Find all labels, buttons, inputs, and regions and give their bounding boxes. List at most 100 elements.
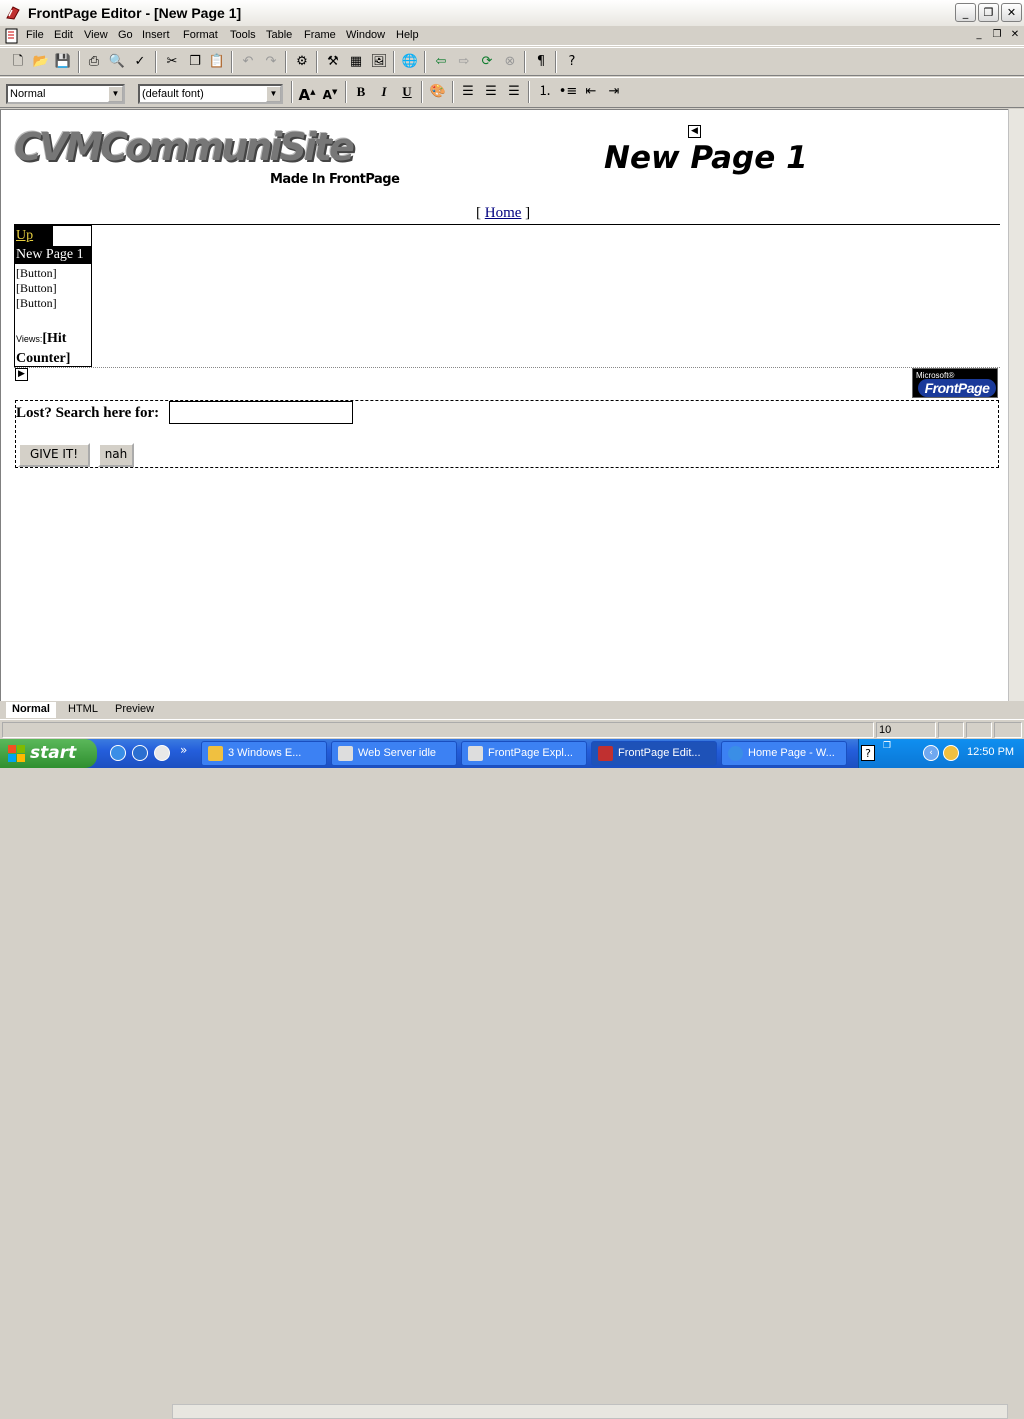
quick-launch-more-icon[interactable]: » bbox=[180, 743, 187, 757]
mdi-restore-button[interactable]: ❐ bbox=[990, 29, 1004, 42]
menu-window[interactable]: Window bbox=[346, 29, 385, 41]
document-icon[interactable] bbox=[4, 28, 20, 44]
increase-font-size-icon[interactable]: A▲ bbox=[297, 82, 317, 104]
menu-go[interactable]: Go bbox=[118, 29, 133, 41]
mdi-close-button[interactable]: ✕ bbox=[1008, 29, 1022, 42]
mdi-minimize-button[interactable]: _ bbox=[972, 29, 986, 42]
task-home-page[interactable]: Home Page - W... bbox=[721, 741, 847, 766]
home-link[interactable]: Home bbox=[485, 205, 522, 221]
show-paragraph-marks-icon[interactable]: ¶ bbox=[531, 52, 551, 72]
outlook-express-icon[interactable] bbox=[132, 745, 148, 761]
bold-button[interactable]: B bbox=[351, 82, 371, 102]
refresh-icon[interactable]: ⟳ bbox=[477, 52, 497, 72]
tab-normal[interactable]: Normal bbox=[6, 702, 56, 718]
hyperlink-icon[interactable]: 🌐 bbox=[400, 52, 420, 72]
nav-up-link[interactable]: Up bbox=[15, 226, 53, 246]
nav-button-1[interactable]: [Button] bbox=[16, 266, 57, 281]
insert-table-icon[interactable]: ▦ bbox=[346, 52, 366, 72]
numbered-list-icon[interactable]: ⒈ bbox=[535, 82, 555, 102]
open-folder-icon[interactable]: 📂 bbox=[31, 52, 51, 72]
internet-explorer-icon[interactable] bbox=[110, 745, 126, 761]
menu-help[interactable]: Help bbox=[396, 29, 419, 41]
toolbar-separator bbox=[424, 51, 426, 73]
menu-file[interactable]: File bbox=[26, 29, 44, 41]
notification-icon[interactable] bbox=[943, 745, 959, 761]
back-arrow-icon[interactable]: ◀ bbox=[688, 125, 701, 138]
increase-indent-icon[interactable]: ⇥ bbox=[604, 82, 624, 102]
reset-button[interactable]: nah bbox=[98, 443, 134, 467]
forward-icon[interactable]: ⇨ bbox=[454, 52, 474, 72]
nav-button-3[interactable]: [Button] bbox=[16, 296, 57, 311]
back-icon[interactable]: ⇦ bbox=[431, 52, 451, 72]
task-frontpage-explorer[interactable]: FrontPage Expl... bbox=[461, 741, 587, 766]
menu-frame[interactable]: Frame bbox=[304, 29, 336, 41]
style-select[interactable]: Normal ▼ bbox=[6, 84, 125, 104]
new-page-icon[interactable]: 🗋 bbox=[8, 52, 28, 72]
horizontal-scrollbar[interactable] bbox=[172, 1404, 1008, 1419]
task-label: Home Page - W... bbox=[748, 747, 835, 759]
align-right-icon[interactable]: ☰ bbox=[504, 82, 524, 102]
save-icon[interactable]: 💾 bbox=[53, 52, 73, 72]
copy-icon[interactable]: ❐ bbox=[185, 52, 205, 72]
text-color-icon[interactable]: 🎨 bbox=[428, 82, 448, 102]
undo-icon[interactable]: ↶ bbox=[238, 52, 258, 72]
toolbar-separator bbox=[524, 51, 526, 73]
insert-webbot-icon[interactable]: ⚒ bbox=[323, 52, 343, 72]
task-frontpage-editor[interactable]: FrontPage Edit... bbox=[591, 741, 717, 766]
task-label: Web Server idle bbox=[358, 747, 437, 759]
media-player-icon[interactable] bbox=[154, 745, 170, 761]
italic-button[interactable]: I bbox=[374, 82, 394, 102]
status-cell-cap bbox=[938, 722, 964, 738]
help-pointer-icon[interactable]: ? bbox=[562, 52, 582, 72]
standard-toolbar: 🗋 📂 💾 ⎙ 🔍 ✓ ✂ ❐ 📋 ↶ ↷ ⚙ ⚒ ▦ 🖼 🌐 ⇦ ⇨ ⟳ ⊗ … bbox=[0, 47, 1024, 76]
stop-icon[interactable]: ⊗ bbox=[500, 52, 520, 72]
restore-tray-icon[interactable]: ❐ bbox=[883, 741, 891, 751]
bulleted-list-icon[interactable]: •≡ bbox=[558, 82, 578, 102]
font-select[interactable]: (default font) ▼ bbox=[138, 84, 283, 104]
show-explorer-icon[interactable]: ⚙ bbox=[292, 52, 312, 72]
menu-insert[interactable]: Insert bbox=[142, 29, 170, 41]
tab-preview[interactable]: Preview bbox=[109, 702, 160, 718]
status-cell-ext bbox=[994, 722, 1022, 738]
align-center-icon[interactable]: ☰ bbox=[481, 82, 501, 102]
chevron-down-icon[interactable]: ▼ bbox=[108, 86, 123, 102]
title-bar[interactable]: FrontPage Editor - [New Page 1] _ ❐ ✕ bbox=[0, 0, 1024, 26]
redo-icon[interactable]: ↷ bbox=[261, 52, 281, 72]
close-button[interactable]: ✕ bbox=[1001, 3, 1022, 22]
minimize-button[interactable]: _ bbox=[955, 3, 976, 22]
toolbar-separator bbox=[421, 81, 423, 103]
nav-button-2[interactable]: [Button] bbox=[16, 281, 57, 296]
vertical-scrollbar[interactable] bbox=[1008, 109, 1024, 701]
maximize-button[interactable]: ❐ bbox=[978, 3, 999, 22]
print-preview-icon[interactable]: 🔍 bbox=[107, 52, 127, 72]
tab-html[interactable]: HTML bbox=[62, 702, 104, 718]
menu-table[interactable]: Table bbox=[266, 29, 292, 41]
chevron-down-icon[interactable]: ▼ bbox=[266, 86, 281, 102]
menu-format[interactable]: Format bbox=[183, 29, 218, 41]
spelling-icon[interactable]: ✓ bbox=[130, 52, 150, 72]
underline-button[interactable]: U bbox=[397, 82, 417, 102]
start-button[interactable]: start bbox=[0, 739, 97, 768]
menu-view[interactable]: View bbox=[84, 29, 108, 41]
site-logo: CVMCommuniSite bbox=[14, 125, 355, 169]
decrease-font-size-icon[interactable]: A▼ bbox=[320, 82, 340, 102]
divider bbox=[14, 224, 1000, 225]
menu-tools[interactable]: Tools bbox=[230, 29, 256, 41]
task-windows-explorer[interactable]: 3 Windows E... bbox=[201, 741, 327, 766]
print-icon[interactable]: ⎙ bbox=[84, 52, 104, 72]
task-web-server[interactable]: Web Server idle bbox=[331, 741, 457, 766]
search-input[interactable] bbox=[169, 401, 353, 424]
forward-arrow-icon[interactable]: ▶ bbox=[15, 368, 28, 381]
menu-edit[interactable]: Edit bbox=[54, 29, 73, 41]
windows-flag-icon bbox=[8, 745, 25, 762]
paste-icon[interactable]: 📋 bbox=[207, 52, 227, 72]
submit-button[interactable]: GIVE IT! bbox=[18, 443, 90, 467]
align-left-icon[interactable]: ☰ bbox=[458, 82, 478, 102]
nav-current-page[interactable]: New Page 1 bbox=[15, 246, 91, 264]
menu-bar: File Edit View Go Insert Format Tools Ta… bbox=[0, 26, 1024, 46]
decrease-indent-icon[interactable]: ⇤ bbox=[581, 82, 601, 102]
cut-icon[interactable]: ✂ bbox=[162, 52, 182, 72]
insert-image-icon[interactable]: 🖼 bbox=[369, 52, 389, 72]
collapse-tray-icon[interactable]: ‹ bbox=[923, 745, 939, 761]
help-icon[interactable]: ? bbox=[861, 745, 875, 761]
